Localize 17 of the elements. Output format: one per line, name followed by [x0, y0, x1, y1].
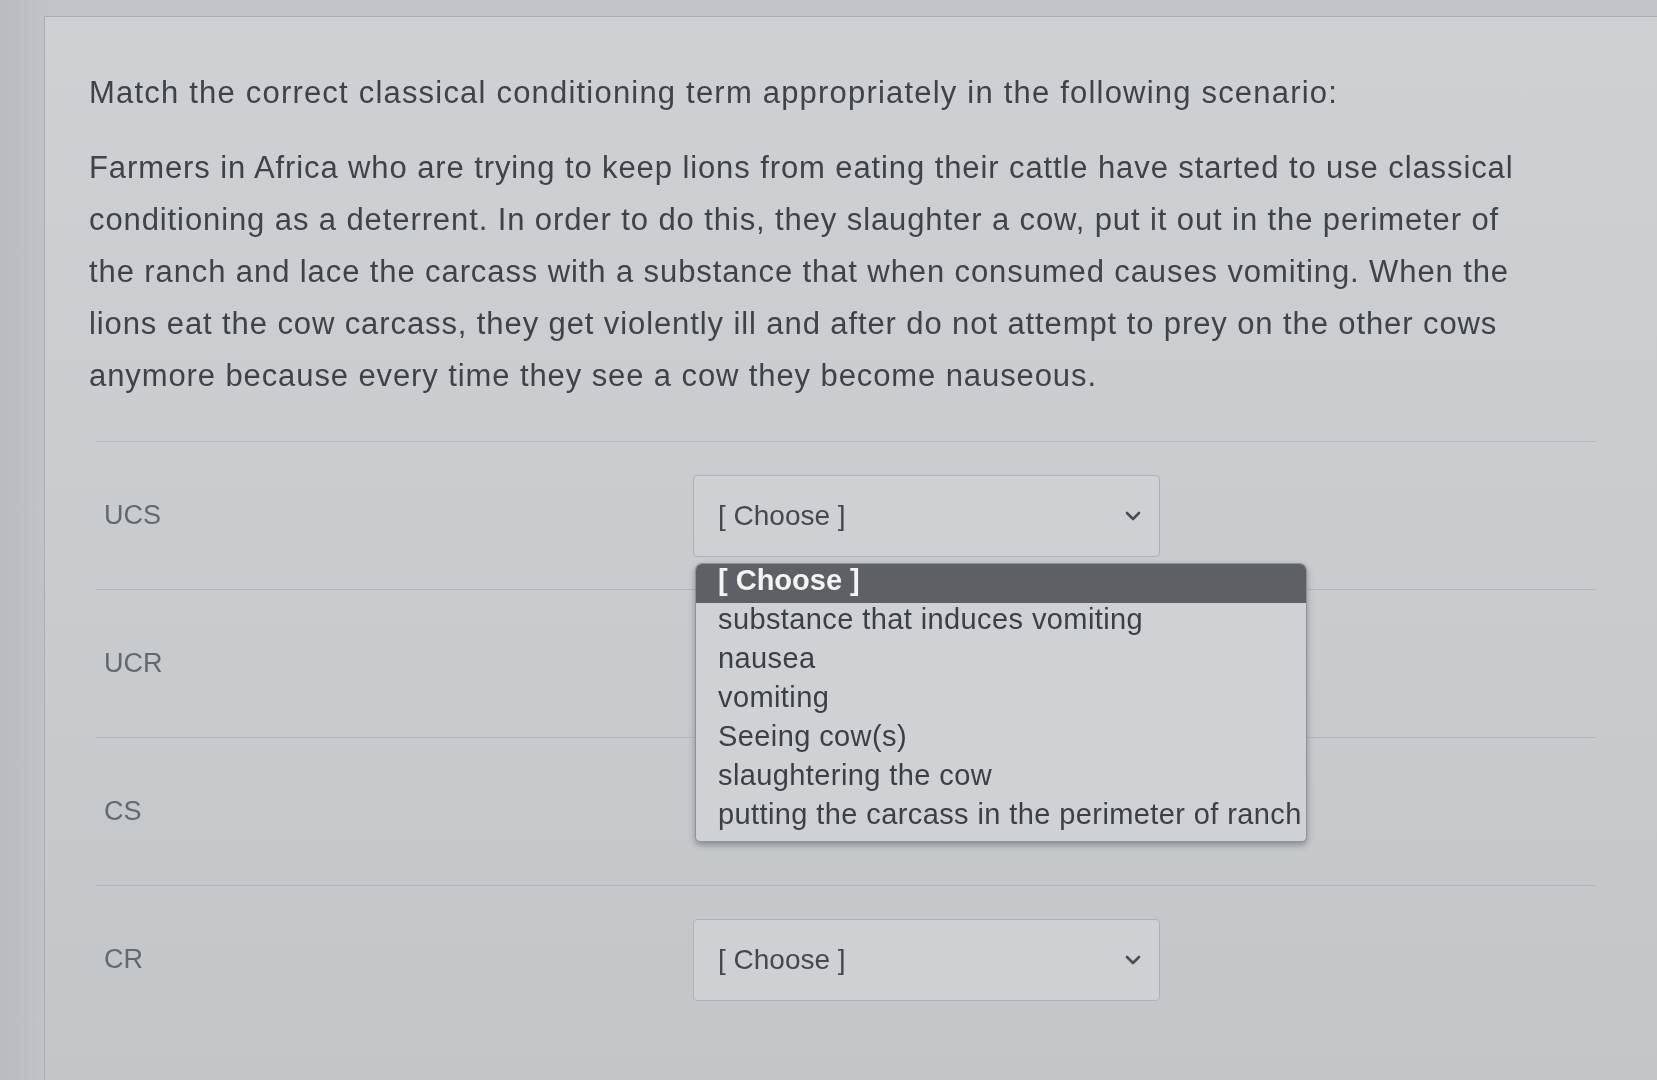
dropdown-option[interactable]: [ Choose ] [696, 563, 1306, 603]
dropdown-option[interactable]: substance that induces vomiting [696, 602, 1306, 642]
choose-select[interactable]: [ Choose ] [693, 918, 1160, 1001]
chevron-down-icon [1125, 954, 1141, 965]
term-label: CS [104, 796, 142, 827]
dropdown-option[interactable]: slaughtering the cow [696, 758, 1306, 798]
dropdown-option[interactable]: putting the carcass in the perimeter of ranch [696, 797, 1306, 837]
term-label: UCR [104, 648, 163, 679]
choose-select[interactable]: [ Choose ] [693, 474, 1160, 557]
term-label: UCS [104, 500, 161, 531]
dropdown-option[interactable]: vomiting [696, 680, 1306, 720]
scenario-text: Farmers in Africa who are trying to keep lions from eating their cattle have started to use classical conditioning as a deterrent. In order to do this, they slaughter a cow, put it out in the perimeter of the ranch and lace the carcass with a substance that when consumed causes vomiting. When the lions eat the cow carcass, they get violently ill and after do not attempt to prey on the other cows anymore because every time they see a cow they become nauseous. [89, 149, 1515, 395]
chevron-down-icon [1125, 510, 1141, 521]
term-label: CR [104, 944, 143, 975]
dropdown-option[interactable]: nausea [696, 641, 1306, 681]
question-title: Match the correct classical conditioning term appropriately in the following scenario: [89, 74, 1340, 112]
dropdown-option[interactable]: Seeing cow(s) [696, 719, 1306, 759]
